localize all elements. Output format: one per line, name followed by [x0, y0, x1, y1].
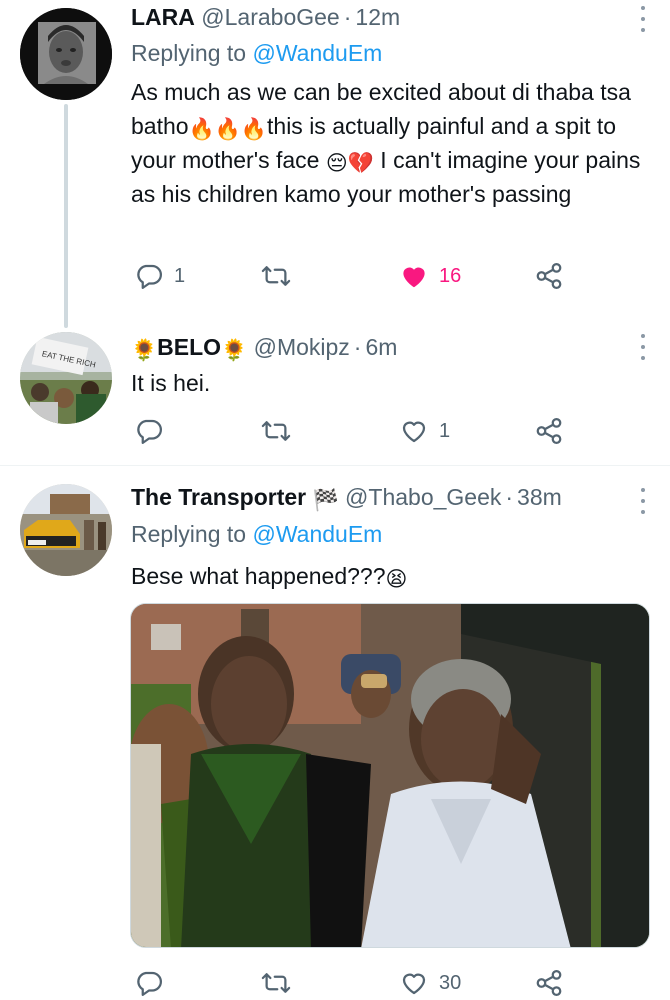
thread-line: [64, 104, 68, 328]
sunflower-emoji: 🌻: [221, 339, 248, 362]
more-options-icon[interactable]: [640, 488, 646, 514]
retweet-button[interactable]: [261, 966, 301, 1000]
like-count: 30: [439, 971, 462, 994]
replying-to: Replying to @WanduEm: [131, 40, 383, 66]
checkered-flag-emoji: 🏁: [312, 489, 339, 512]
reply-count: 1: [174, 264, 186, 287]
avatar[interactable]: EAT THE RICH: [20, 332, 112, 424]
like-count: 1: [439, 419, 451, 442]
like-count: 16: [439, 264, 462, 287]
tweet-text: Bese what happened???😫: [131, 563, 408, 591]
tweet-belo[interactable]: EAT THE RICH 🌻BELO🌻 @Mokipz · 6m It is hei…: [0, 320, 670, 465]
reply-icon: [137, 971, 162, 996]
share-button[interactable]: [534, 259, 564, 293]
avatar[interactable]: [20, 8, 112, 100]
tired-face-emoji: 😫: [385, 568, 408, 591]
retweet-button[interactable]: [261, 259, 301, 293]
tweet-text: It is hei.: [131, 370, 211, 396]
mention-link[interactable]: @WanduEm: [252, 40, 382, 66]
avatar[interactable]: [20, 484, 112, 576]
reply-button[interactable]: 1: [134, 259, 185, 293]
heart-icon: [402, 421, 426, 443]
share-icon: [536, 263, 562, 289]
share-icon: [536, 970, 562, 996]
share-icon: [536, 418, 562, 444]
tweet-actions: 30: [131, 966, 571, 1000]
more-options-icon[interactable]: [640, 6, 646, 32]
fire-emoji: 🔥🔥🔥: [188, 118, 268, 141]
pensive-broken-heart-emoji: 😔💔: [325, 152, 374, 175]
heart-icon: [402, 973, 426, 995]
tweet-header: 🌻BELO🌻 @Mokipz · 6m: [131, 334, 398, 362]
retweet-icon: [261, 266, 291, 286]
reply-button[interactable]: [134, 414, 174, 448]
retweet-icon: [261, 421, 291, 441]
display-name[interactable]: BELO: [157, 334, 221, 360]
share-button[interactable]: [534, 966, 564, 1000]
replying-to: Replying to @WanduEm: [131, 521, 383, 547]
retweet-icon: [261, 973, 291, 993]
heart-icon: [403, 267, 425, 288]
tweet-actions: 1: [131, 414, 571, 448]
tweet-actions: 1 16: [131, 259, 571, 293]
more-options-icon[interactable]: [640, 334, 646, 360]
share-button[interactable]: [534, 414, 564, 448]
handle[interactable]: @Mokipz: [254, 334, 350, 360]
reply-icon: [137, 419, 162, 444]
mention-link[interactable]: @WanduEm: [252, 521, 382, 547]
tweet-header: The Transporter 🏁 @Thabo_Geek · 38m: [131, 484, 562, 512]
like-button[interactable]: 16: [399, 259, 461, 293]
handle[interactable]: @LaraboGee: [201, 4, 339, 30]
tweet-lara[interactable]: LARA @LaraboGee · 12m Replying to @WanduEm…: [0, 0, 670, 328]
tweet-header: LARA @LaraboGee · 12m: [131, 4, 401, 30]
retweet-button[interactable]: [261, 414, 301, 448]
reply-icon: [137, 264, 162, 289]
display-name[interactable]: LARA: [131, 4, 195, 30]
tweet-text: As much as we can be excited about di th…: [131, 79, 641, 207]
sunflower-emoji: 🌻: [131, 339, 158, 362]
timestamp[interactable]: 6m: [365, 334, 397, 360]
tweet-photo[interactable]: [130, 603, 650, 948]
timestamp[interactable]: 12m: [355, 4, 400, 30]
timestamp[interactable]: 38m: [517, 484, 562, 510]
reply-button[interactable]: [134, 966, 174, 1000]
display-name[interactable]: The Transporter: [131, 484, 306, 510]
handle[interactable]: @Thabo_Geek: [345, 484, 501, 510]
like-button[interactable]: 30: [399, 966, 461, 1000]
like-button[interactable]: 1: [399, 414, 450, 448]
